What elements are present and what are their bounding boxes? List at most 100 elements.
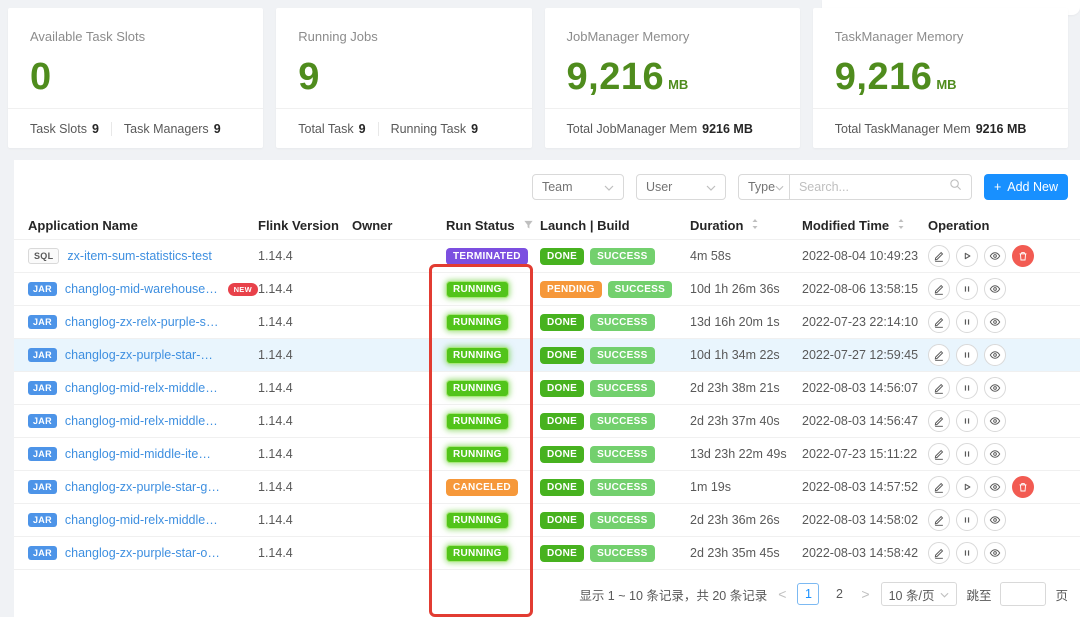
table-row[interactable]: JAR changlog-zx-purple-star-goods-dev 1.…	[14, 471, 1080, 504]
col-launch-build[interactable]: Launch | Build	[540, 218, 690, 233]
col-run-status[interactable]: Run Status	[446, 218, 540, 233]
application-name-link[interactable]: changlog-zx-purple-star-goods-dev	[65, 480, 220, 494]
edit-icon[interactable]	[928, 443, 950, 465]
table-row[interactable]: JAR changlog-mid-relx-middle-order-dev 1…	[14, 405, 1080, 438]
add-new-button[interactable]: + Add New	[984, 174, 1068, 200]
user-select-label: User	[646, 180, 672, 194]
play-icon[interactable]	[956, 245, 978, 267]
edit-icon[interactable]	[928, 377, 950, 399]
stat-card-footer-item: Running Task9	[378, 122, 478, 136]
jump-page-input[interactable]	[1000, 582, 1046, 606]
edit-icon[interactable]	[928, 278, 950, 300]
edit-icon[interactable]	[928, 509, 950, 531]
search-input[interactable]	[799, 180, 939, 194]
application-name-link[interactable]: changlog-mid-warehouse-dev	[65, 282, 220, 296]
duration-cell: 10d 1h 26m 36s	[690, 282, 802, 296]
edit-icon[interactable]	[928, 476, 950, 498]
application-name-link[interactable]: changlog-mid-relx-middle-order-dev	[65, 414, 220, 428]
edit-icon[interactable]	[928, 542, 950, 564]
page-button-2[interactable]: 2	[828, 583, 850, 605]
delete-icon[interactable]	[1012, 476, 1034, 498]
prev-page-button[interactable]: <	[776, 586, 788, 602]
flink-version-cell: 1.14.4	[258, 315, 352, 329]
stat-card-title: JobManager Memory	[545, 8, 800, 44]
stat-card-value-row: 0	[8, 44, 263, 99]
table-row[interactable]: SQL zx-item-sum-statistics-test 1.14.4 T…	[14, 240, 1080, 273]
application-name-link[interactable]: changlog-mid-relx-middle-promotion-dev	[65, 513, 220, 527]
launch-build-cell: DONE SUCCESS	[540, 248, 690, 265]
pause-icon[interactable]	[956, 377, 978, 399]
build-badge: SUCCESS	[608, 281, 672, 298]
table-row[interactable]: JAR changlog-zx-purple-star-order-dev 1.…	[14, 537, 1080, 570]
table-row[interactable]: JAR changlog-mid-relx-middle-promotion-d…	[14, 504, 1080, 537]
run-status-cell: RUNNING	[446, 314, 540, 331]
col-duration[interactable]: Duration	[690, 218, 802, 233]
stat-card-footer: Total Task9Running Task9	[276, 108, 531, 148]
pause-icon[interactable]	[956, 410, 978, 432]
eye-icon[interactable]	[984, 245, 1006, 267]
table-row[interactable]: JAR changlog-mid-middle-item-dev 1.14.4 …	[14, 438, 1080, 471]
edit-icon[interactable]	[928, 410, 950, 432]
table-row[interactable]: JAR changlog-zx-relx-purple-star-store-d…	[14, 306, 1080, 339]
operation-cell	[928, 509, 1080, 531]
sort-icon[interactable]	[897, 218, 905, 233]
stat-card-value: 0	[30, 56, 52, 99]
pagination: 显示 1 ~ 10 条记录，共 20 条记录 < 1 2 > 10 条/页 跳至…	[579, 582, 1068, 606]
edit-icon[interactable]	[928, 245, 950, 267]
eye-icon[interactable]	[984, 410, 1006, 432]
eye-icon[interactable]	[984, 311, 1006, 333]
col-flink-version[interactable]: Flink Version	[258, 218, 352, 233]
team-select-label: Team	[542, 180, 573, 194]
launch-badge: DONE	[540, 545, 584, 562]
operation-cell	[928, 476, 1080, 498]
stat-card-footer-item: Task Slots9	[30, 122, 99, 136]
pause-icon[interactable]	[956, 278, 978, 300]
eye-icon[interactable]	[984, 443, 1006, 465]
type-select[interactable]: Type	[738, 174, 790, 200]
modified-time-cell: 2022-08-03 14:56:07	[802, 381, 928, 395]
stat-card-value-row: 9,216 MB	[545, 44, 800, 99]
delete-icon[interactable]	[1012, 245, 1034, 267]
eye-icon[interactable]	[984, 377, 1006, 399]
col-application-name[interactable]: Application Name	[28, 218, 258, 233]
stat-card-footer: Total JobManager Mem9216 MB	[545, 108, 800, 148]
col-modified-time[interactable]: Modified Time	[802, 218, 928, 233]
sort-icon[interactable]	[751, 218, 759, 233]
user-select[interactable]: User	[636, 174, 726, 200]
play-icon[interactable]	[956, 476, 978, 498]
filter-funnel-icon[interactable]	[523, 218, 534, 233]
page-size-select[interactable]: 10 条/页	[881, 582, 958, 606]
pause-icon[interactable]	[956, 542, 978, 564]
launch-badge: DONE	[540, 446, 584, 463]
run-status-cell: RUNNING	[446, 281, 540, 298]
application-name-link[interactable]: changlog-zx-purple-star-order-dev	[65, 546, 220, 560]
pause-icon[interactable]	[956, 509, 978, 531]
application-name-link[interactable]: changlog-mid-relx-middle-deliver-dev	[65, 381, 220, 395]
table-row[interactable]: JAR changlog-mid-relx-middle-deliver-dev…	[14, 372, 1080, 405]
table-row[interactable]: JAR changlog-zx-purple-star-member-dev 1…	[14, 339, 1080, 372]
next-page-button[interactable]: >	[859, 586, 871, 602]
edit-icon[interactable]	[928, 311, 950, 333]
stat-card-footer-item: Total TaskManager Mem9216 MB	[835, 122, 1027, 136]
application-name-link[interactable]: changlog-mid-middle-item-dev	[65, 447, 220, 461]
pause-icon[interactable]	[956, 443, 978, 465]
edit-icon[interactable]	[928, 344, 950, 366]
col-owner[interactable]: Owner	[352, 218, 446, 233]
team-select[interactable]: Team	[532, 174, 624, 200]
table-row[interactable]: JAR changlog-mid-warehouse-dev NEW 1.14.…	[14, 273, 1080, 306]
application-name-link[interactable]: zx-item-sum-statistics-test	[67, 249, 211, 263]
run-status-badge: TERMINATED	[446, 248, 528, 265]
pause-icon[interactable]	[956, 344, 978, 366]
search-icon[interactable]	[949, 178, 962, 196]
eye-icon[interactable]	[984, 344, 1006, 366]
eye-icon[interactable]	[984, 476, 1006, 498]
application-name-link[interactable]: changlog-zx-purple-star-member-dev	[65, 348, 220, 362]
stat-card-footer-item: Total JobManager Mem9216 MB	[567, 122, 753, 136]
application-name-link[interactable]: changlog-zx-relx-purple-star-store-dev	[65, 315, 220, 329]
pause-icon[interactable]	[956, 311, 978, 333]
page-button-1[interactable]: 1	[797, 583, 819, 605]
eye-icon[interactable]	[984, 509, 1006, 531]
eye-icon[interactable]	[984, 542, 1006, 564]
launch-badge: PENDING	[540, 281, 602, 298]
eye-icon[interactable]	[984, 278, 1006, 300]
